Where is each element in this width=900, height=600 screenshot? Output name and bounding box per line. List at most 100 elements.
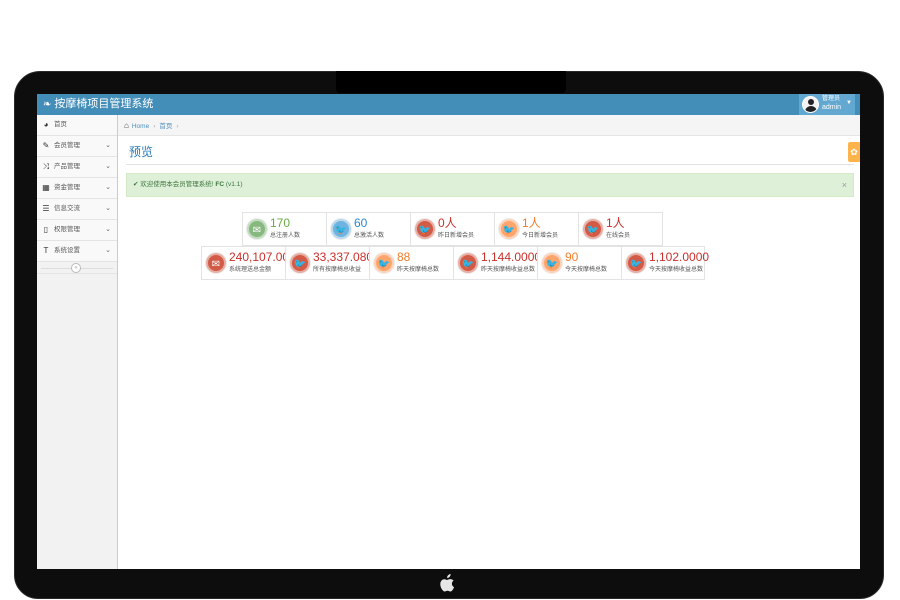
sidebar-item-funds[interactable]: ▦ 资金管理 ⌄ bbox=[37, 178, 117, 199]
twitter-icon: 🐦 bbox=[415, 219, 435, 239]
sidebar-item-label: 首页 bbox=[54, 121, 67, 128]
stat-label: 总激活人数 bbox=[354, 233, 385, 239]
stat-value: 0人 bbox=[438, 216, 457, 230]
page-title: 预览 bbox=[129, 145, 154, 159]
stat-all-chairs-revenue: 🐦 33,337.0800 所有按摩椅总收益 bbox=[285, 246, 380, 280]
stat-value: 88 bbox=[397, 250, 411, 264]
stat-value: 240,107.00 bbox=[229, 250, 290, 264]
stat-label: 昨天按摩椅总数 bbox=[397, 267, 440, 273]
alert-text: 欢迎使用本会员管理系统! bbox=[140, 181, 214, 188]
stat-label: 昨天按摩椅收益总数 bbox=[481, 267, 536, 273]
chevron-down-icon: ⌄ bbox=[105, 184, 111, 191]
stat-today-revenue: 🐦 1,102.0000 今天按摩椅收益总数 bbox=[621, 246, 709, 280]
sidebar-collapse-toggle[interactable]: « bbox=[37, 262, 117, 274]
brand[interactable]: ❧ 按摩椅项目管理系统 bbox=[43, 97, 153, 112]
comments-icon: ✉ bbox=[206, 253, 226, 273]
sidebar-item-messages[interactable]: ☰ 信息交流 ⌄ bbox=[37, 199, 117, 220]
chevron-down-icon: ⌄ bbox=[105, 163, 111, 170]
dashboard-icon: ◕ bbox=[43, 120, 49, 129]
sidebar-item-label: 权限管理 bbox=[54, 226, 80, 233]
leaf-icon: ❧ bbox=[43, 99, 52, 110]
caret-down-icon: ▼ bbox=[846, 100, 852, 106]
chevron-down-icon: ⌄ bbox=[105, 226, 111, 233]
sidebar-item-settings[interactable]: T 系统设置 ⌄ bbox=[37, 241, 117, 262]
chevron-down-icon: ⌄ bbox=[105, 205, 111, 212]
breadcrumb-separator-icon: › bbox=[153, 123, 156, 130]
breadcrumb-separator-icon: › bbox=[176, 123, 179, 130]
sidebar-item-home[interactable]: ◕ 首页 bbox=[37, 115, 117, 136]
twitter-icon: 🐦 bbox=[374, 253, 394, 273]
double-angle-left-icon: « bbox=[71, 263, 81, 273]
stat-online-members: 🐦 1人 在线会员 bbox=[578, 212, 663, 246]
stat-yesterday-revenue: 🐦 1,144.0000 昨天按摩椅收益总数 bbox=[453, 246, 542, 280]
stat-yesterday-chairs: 🐦 88 昨天按摩椅总数 bbox=[369, 246, 454, 280]
user-name: admin bbox=[822, 104, 842, 111]
breadcrumb-home-link[interactable]: Home bbox=[132, 123, 149, 130]
twitter-icon: 🐦 bbox=[458, 253, 478, 273]
settings-gear-icon[interactable]: ✿ bbox=[848, 142, 860, 162]
edit-icon: ✎ bbox=[42, 141, 50, 150]
stat-total-activated: 🐦 60 总激活人数 bbox=[326, 212, 411, 246]
divider bbox=[126, 164, 854, 165]
sidebar-item-label: 系统设置 bbox=[54, 247, 80, 254]
stat-value: 90 bbox=[565, 250, 579, 264]
stat-value: 1,144.0000 bbox=[481, 250, 542, 264]
list-icon: ☰ bbox=[42, 204, 50, 213]
text-width-icon: T bbox=[43, 246, 49, 255]
sidebar-item-label: 信息交流 bbox=[54, 205, 80, 212]
file-icon: ▯ bbox=[43, 225, 49, 234]
twitter-icon: 🐦 bbox=[290, 253, 310, 273]
sidebar: ◕ 首页 ✎ 会员管理 ⌄ ⤨ 产品管理 ⌄ ▦ 资金管理 ⌄ ☰ 信息交流 ⌄… bbox=[37, 115, 118, 569]
twitter-icon: 🐦 bbox=[331, 219, 351, 239]
sidebar-item-label: 会员管理 bbox=[54, 142, 80, 149]
stat-label: 在线会员 bbox=[606, 233, 631, 239]
comments-icon: ✉ bbox=[247, 219, 267, 239]
user-menu[interactable]: 管理员 admin ▼ bbox=[799, 94, 855, 115]
stat-label: 昨日新增会员 bbox=[438, 233, 475, 239]
chevron-down-icon: ⌄ bbox=[105, 142, 111, 149]
app-title: 按摩椅项目管理系统 bbox=[54, 98, 154, 110]
home-icon: ⌂ bbox=[124, 121, 129, 130]
user-role: 管理员 bbox=[822, 96, 841, 102]
sidebar-item-members[interactable]: ✎ 会员管理 ⌄ bbox=[37, 136, 117, 157]
stat-value: 1人 bbox=[522, 216, 541, 230]
random-icon: ⤨ bbox=[42, 162, 50, 171]
sidebar-item-products[interactable]: ⤨ 产品管理 ⌄ bbox=[37, 157, 117, 178]
sidebar-item-label: 资金管理 bbox=[54, 184, 80, 191]
twitter-icon: 🐦 bbox=[626, 253, 646, 273]
stat-value: 1人 bbox=[606, 216, 625, 230]
stat-value: 170 bbox=[270, 216, 291, 230]
check-icon: ✔ bbox=[133, 181, 139, 188]
stat-value: 1,102.0000 bbox=[649, 250, 710, 264]
breadcrumb: ⌂ Home › 首页 › bbox=[118, 115, 860, 136]
stat-label: 今天按摩椅总数 bbox=[565, 267, 608, 273]
stat-value: 60 bbox=[354, 216, 368, 230]
stat-label: 系统理送总金额 bbox=[229, 267, 272, 273]
stat-total-registered: ✉ 170 总注册人数 bbox=[242, 212, 327, 246]
alert-version: (v1.1) bbox=[225, 181, 243, 188]
twitter-icon: 🐦 bbox=[542, 253, 562, 273]
app-screen: ❧ 按摩椅项目管理系统 管理员 admin ▼ ◕ 首页 ✎ 会员管理 ⌄ ⤨ 产… bbox=[37, 94, 860, 569]
sidebar-item-permissions[interactable]: ▯ 权限管理 ⌄ bbox=[37, 220, 117, 241]
monitor-camera-notch bbox=[336, 71, 566, 93]
stat-label: 总注册人数 bbox=[270, 233, 301, 239]
close-icon[interactable]: × bbox=[842, 174, 847, 196]
twitter-icon: 🐦 bbox=[583, 219, 603, 239]
alert-brand: FC bbox=[215, 181, 225, 188]
main-content: ⌂ Home › 首页 › 预览 ✿ ✔ 欢迎使用本会员管理系统! FC (v1.1) … bbox=[118, 115, 860, 569]
breadcrumb-current-link[interactable]: 首页 bbox=[159, 123, 172, 130]
stat-label: 今日新增会员 bbox=[522, 233, 559, 239]
stat-today-new-members: 🐦 1人 今日新增会员 bbox=[494, 212, 579, 246]
chevron-down-icon: ⌄ bbox=[105, 247, 111, 254]
stat-yesterday-new-members: 🐦 0人 昨日新增会员 bbox=[410, 212, 495, 246]
apple-logo-icon bbox=[437, 574, 457, 596]
welcome-alert: ✔ 欢迎使用本会员管理系统! FC (v1.1) × bbox=[126, 173, 854, 197]
top-navbar: ❧ 按摩椅项目管理系统 管理员 admin ▼ bbox=[37, 94, 860, 115]
stat-today-chairs: 🐦 90 今天按摩椅总数 bbox=[537, 246, 622, 280]
calendar-icon: ▦ bbox=[42, 183, 50, 192]
avatar bbox=[802, 96, 819, 113]
sidebar-item-label: 产品管理 bbox=[54, 163, 80, 170]
stat-label: 所有按摩椅总收益 bbox=[313, 267, 362, 273]
twitter-icon: 🐦 bbox=[499, 219, 519, 239]
stat-system-total-amount: ✉ 240,107.00 系统理送总金额 bbox=[201, 246, 290, 280]
